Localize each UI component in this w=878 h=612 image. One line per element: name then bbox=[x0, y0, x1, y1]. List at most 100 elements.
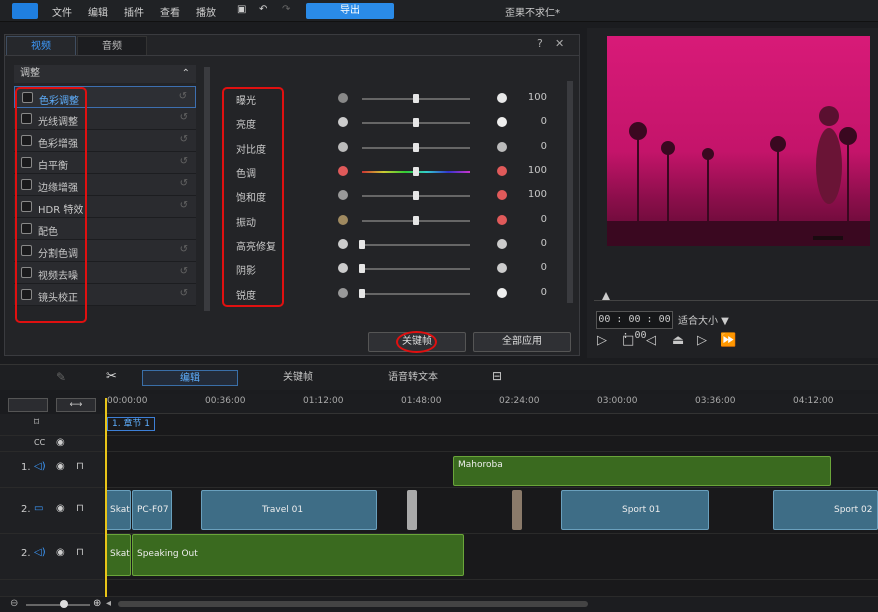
param-slider[interactable] bbox=[362, 293, 470, 295]
transition-clip[interactable] bbox=[407, 490, 417, 530]
zoom-out-icon[interactable]: ⊖ bbox=[10, 598, 18, 609]
track-3[interactable] bbox=[105, 580, 878, 597]
video-track-icon: ▭ bbox=[34, 503, 44, 514]
rgb-dots-icon bbox=[497, 215, 507, 225]
chapter-track[interactable]: 1. 章节 1 bbox=[105, 414, 878, 436]
track-1-header: 1. ◁) ◉ ⊓ bbox=[0, 452, 104, 488]
menu-plugin[interactable]: 插件 bbox=[124, 4, 144, 19]
param-value: 100 bbox=[527, 165, 547, 176]
lock-icon[interactable]: ⊓ bbox=[76, 547, 84, 558]
menu-view[interactable]: 查看 bbox=[160, 4, 180, 19]
menu-bar: 文件 编辑 插件 查看 播放 ▣ ↶ ↷ 导出 歪果不求仁* bbox=[0, 0, 878, 22]
param-value: 0 bbox=[540, 141, 547, 152]
tab-edit[interactable]: 编辑 bbox=[142, 370, 238, 386]
param-slider-knob[interactable] bbox=[359, 264, 365, 273]
subtitle-track[interactable] bbox=[105, 436, 878, 452]
timeline-ruler[interactable]: 00:00:00 00:36:00 01:12:00 01:48:00 02:2… bbox=[105, 394, 878, 414]
param-slider-knob[interactable] bbox=[413, 191, 419, 200]
param-slider-knob[interactable] bbox=[413, 94, 419, 103]
fast-forward-icon[interactable]: ⏩ bbox=[720, 333, 736, 348]
zoom-in-icon[interactable]: ⊕ bbox=[93, 598, 101, 609]
video-clip-skat[interactable]: Skat bbox=[105, 490, 131, 530]
audio-clip-speaking-out[interactable]: Speaking Out bbox=[132, 534, 464, 576]
pen-icon[interactable]: ✎ bbox=[56, 370, 66, 384]
tab-keyframe[interactable]: 关键帧 bbox=[265, 370, 331, 386]
eye-icon[interactable]: ◉ bbox=[56, 503, 65, 514]
save-icon[interactable]: ▣ bbox=[237, 4, 246, 15]
track-manager-button[interactable] bbox=[8, 398, 48, 412]
palm-silhouette-graphic bbox=[607, 106, 870, 246]
param-slider-knob[interactable] bbox=[413, 167, 419, 176]
video-clip-sport1[interactable]: Sport 01 bbox=[561, 490, 709, 530]
clip-label: Mahoroba bbox=[458, 460, 503, 470]
redo-icon[interactable]: ↷ bbox=[282, 4, 290, 15]
chapter-marker[interactable]: 1. 章节 1 bbox=[107, 417, 156, 431]
track-1[interactable]: Mahoroba bbox=[105, 452, 878, 488]
half-circle-icon bbox=[497, 239, 507, 249]
contrast-icon bbox=[497, 142, 507, 152]
speaker-icon: ◁) bbox=[34, 461, 46, 472]
track-number: 2. bbox=[21, 548, 31, 559]
speaker-icon: ◁) bbox=[34, 547, 46, 558]
fit-timeline-button[interactable]: ⟷ bbox=[56, 398, 96, 412]
zoom-slider[interactable] bbox=[26, 604, 90, 606]
eye-icon[interactable]: ◉ bbox=[56, 547, 65, 558]
track-number: 1. bbox=[21, 462, 31, 473]
video-preview[interactable] bbox=[607, 36, 870, 246]
menu-play[interactable]: 播放 bbox=[196, 4, 216, 19]
clip-label: Sport 01 bbox=[622, 505, 661, 515]
param-slider-knob[interactable] bbox=[413, 216, 419, 225]
gray-dots-icon bbox=[338, 190, 348, 200]
scroll-left-icon[interactable]: ◂ bbox=[106, 598, 111, 609]
rgb-dots-icon bbox=[338, 166, 348, 176]
video-clip-travel[interactable]: Travel 01 bbox=[201, 490, 377, 530]
menu-edit[interactable]: 编辑 bbox=[88, 4, 108, 19]
clip-label: Skat bbox=[110, 549, 130, 559]
app-logo-icon bbox=[12, 3, 38, 19]
video-clip-pc[interactable]: PC-F07 bbox=[132, 490, 172, 530]
chapter-track-header: ⌑ bbox=[0, 414, 104, 436]
param-slider-knob[interactable] bbox=[413, 143, 419, 152]
param-slider[interactable] bbox=[362, 268, 470, 270]
clip-label: Speaking Out bbox=[137, 549, 198, 559]
transition-clip[interactable] bbox=[512, 490, 522, 530]
lock-icon[interactable]: ⊓ bbox=[76, 503, 84, 514]
subtitle-icon[interactable]: ⊟ bbox=[492, 369, 502, 383]
param-slider-knob[interactable] bbox=[359, 240, 365, 249]
preview-scrub-track[interactable] bbox=[594, 300, 878, 301]
apply-all-button[interactable]: 全部应用 bbox=[473, 332, 571, 352]
scissors-icon[interactable]: ✂ bbox=[106, 369, 117, 384]
video-clip-sport2[interactable]: Sport 02 bbox=[773, 490, 878, 530]
snapshot-icon[interactable]: ⏏ bbox=[672, 333, 684, 348]
timeline-scrollbar[interactable] bbox=[118, 601, 588, 607]
eye-icon[interactable]: ◉ bbox=[56, 461, 65, 472]
window-title: 歪果不求仁* bbox=[505, 8, 560, 19]
track-2-video[interactable]: Skat PC-F07 Travel 01 Sport 01 Sport 02 bbox=[105, 488, 878, 534]
prev-frame-icon[interactable]: ◁ bbox=[646, 333, 656, 348]
export-button[interactable]: 导出 bbox=[306, 3, 394, 19]
stop-icon[interactable]: □ bbox=[622, 333, 634, 348]
clip-label: Sport 02 bbox=[834, 505, 873, 515]
eye-icon[interactable]: ◉ bbox=[56, 437, 65, 448]
half-circle-icon bbox=[338, 263, 348, 273]
param-slider-knob[interactable] bbox=[359, 289, 365, 298]
param-slider[interactable] bbox=[362, 244, 470, 246]
tab-speech-to-text[interactable]: 语音转文本 bbox=[375, 370, 451, 386]
next-frame-icon[interactable]: ▷ bbox=[697, 333, 707, 348]
playhead[interactable] bbox=[105, 398, 107, 598]
circle-bright-icon bbox=[497, 93, 507, 103]
audio-clip-mahoroba[interactable]: Mahoroba bbox=[453, 456, 831, 486]
audio-clip-skat[interactable]: Skat bbox=[105, 534, 131, 576]
lock-icon[interactable]: ⊓ bbox=[76, 461, 84, 472]
zoom-slider-knob[interactable] bbox=[60, 600, 68, 608]
half-circle-icon bbox=[497, 263, 507, 273]
param-scrollbar[interactable] bbox=[567, 81, 573, 303]
contrast-icon bbox=[338, 142, 348, 152]
param-slider-knob[interactable] bbox=[413, 118, 419, 127]
fit-size-dropdown[interactable]: 适合大小 ▼ bbox=[678, 312, 729, 327]
undo-icon[interactable]: ↶ bbox=[259, 4, 267, 15]
param-value: 0 bbox=[540, 262, 547, 273]
play-icon[interactable]: ▷ bbox=[597, 333, 607, 348]
track-2-audio[interactable]: Skat Speaking Out bbox=[105, 534, 878, 580]
menu-file[interactable]: 文件 bbox=[52, 4, 72, 19]
